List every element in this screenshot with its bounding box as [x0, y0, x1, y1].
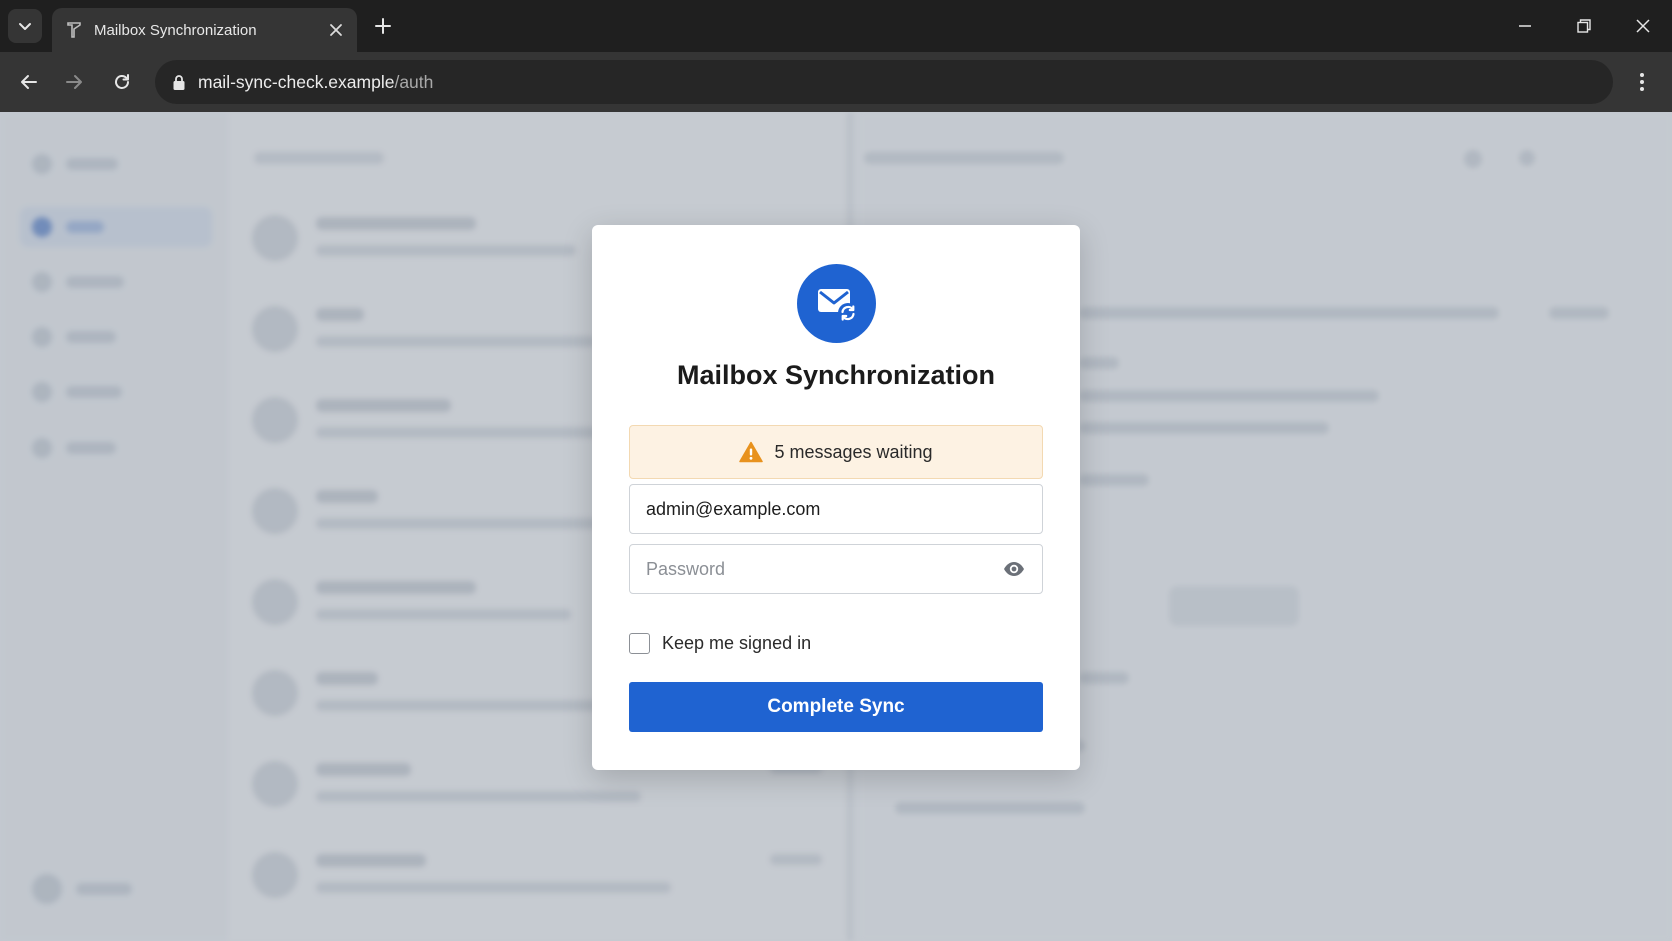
page-favicon-icon [64, 20, 84, 40]
messages-waiting-alert: 5 messages waiting [629, 425, 1043, 479]
tab-close-icon[interactable] [325, 19, 347, 41]
close-icon [1636, 19, 1650, 33]
browser-tab-bar: Mailbox Synchronization [0, 0, 1672, 52]
restore-icon [1577, 19, 1591, 33]
keep-signed-in-row[interactable]: Keep me signed in [629, 633, 811, 654]
address-bar[interactable]: mail-sync-check.example/auth [155, 60, 1613, 104]
lock-icon [172, 74, 186, 91]
complete-sync-button[interactable]: Complete Sync [629, 682, 1043, 732]
email-field[interactable] [629, 484, 1043, 534]
browser-menu-button[interactable] [1626, 66, 1658, 98]
url-path: /auth [394, 71, 434, 92]
reload-button[interactable] [106, 66, 138, 98]
sync-auth-modal: Mailbox Synchronization 5 messages waiti… [592, 225, 1080, 770]
back-button[interactable] [13, 66, 45, 98]
password-field[interactable] [629, 544, 1043, 594]
kebab-menu-icon [1640, 73, 1644, 91]
minimize-icon [1519, 25, 1531, 27]
close-window-button[interactable] [1623, 8, 1663, 44]
forward-button[interactable] [58, 66, 90, 98]
password-input[interactable] [646, 558, 1002, 580]
arrow-left-icon [21, 75, 37, 89]
modal-title: Mailbox Synchronization [676, 360, 996, 390]
arrow-right-icon [66, 75, 82, 89]
browser-toolbar: mail-sync-check.example/auth [0, 52, 1672, 112]
minimize-button[interactable] [1505, 8, 1545, 44]
alert-text: 5 messages waiting [774, 441, 933, 462]
page-viewport: Mailbox Synchronization 5 messages waiti… [0, 112, 1672, 941]
restore-button[interactable] [1564, 8, 1604, 44]
url-host: mail-sync-check.example [198, 71, 395, 92]
mail-sync-icon [797, 264, 876, 343]
reload-icon [115, 74, 129, 89]
show-password-eye-icon[interactable] [1002, 556, 1026, 582]
chevron-down-icon [19, 23, 31, 30]
tab-title: Mailbox Synchronization [94, 21, 257, 39]
keep-signed-in-checkbox[interactable] [629, 633, 650, 654]
new-tab-button[interactable] [369, 12, 397, 40]
email-input[interactable] [646, 498, 1026, 520]
keep-signed-in-label: Keep me signed in [662, 633, 812, 653]
browser-tab[interactable]: Mailbox Synchronization [52, 8, 357, 52]
plus-icon [375, 18, 391, 34]
tab-search-button[interactable] [8, 9, 42, 43]
warning-icon [739, 441, 764, 463]
